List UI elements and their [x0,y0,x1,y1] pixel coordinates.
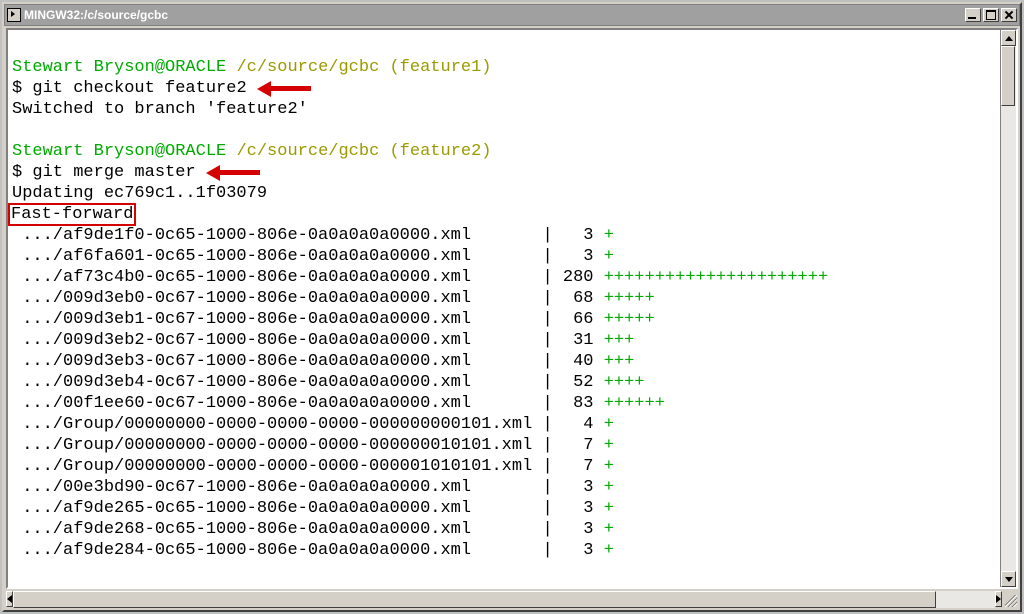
diff-file-line: .../af9de265-0c65-1000-806e-0a0a0a0a0000… [12,498,996,519]
diff-file-line: .../Group/00000000-0000-0000-0000-000001… [12,456,996,477]
diff-file-line: .../009d3eb1-0c67-1000-806e-0a0a0a0a0000… [12,309,996,330]
prompt-branch: (feature1) [389,58,491,77]
diff-file-line: .../af9de268-0c65-1000-806e-0a0a0a0a0000… [12,519,996,540]
diff-file-line: .../Group/00000000-0000-0000-0000-000000… [12,435,996,456]
prompt-user: Stewart Bryson@ORACLE [12,58,226,77]
scroll-track[interactable] [1001,46,1016,571]
diff-file-line: .../009d3eb2-0c67-1000-806e-0a0a0a0a0000… [12,330,996,351]
prompt-user: Stewart Bryson@ORACLE [12,142,226,161]
scroll-track-h[interactable] [13,591,995,608]
insert-bar: + [604,247,614,266]
fastforward-highlight: Fast-forward [8,203,136,226]
horizontal-scrollbar[interactable] [6,591,1018,608]
insert-bar: + [604,436,614,455]
resize-grip-icon[interactable] [1002,591,1018,608]
insert-bar: +++ [604,331,635,350]
out-updating: Updating ec769c1..1f03079 [12,184,267,203]
vertical-scrollbar[interactable] [1000,30,1016,587]
insert-bar: ++++++++++++++++++++++ [604,268,828,287]
insert-bar: ++++ [604,373,645,392]
scroll-thumb-h[interactable] [13,591,936,608]
close-button[interactable] [1001,8,1017,22]
terminal-output[interactable]: Stewart Bryson@ORACLE /c/source/gcbc (fe… [8,30,1000,587]
diff-file-line: .../af6fa601-0c65-1000-806e-0a0a0a0a0000… [12,246,996,267]
diff-file-line: .../af9de284-0c65-1000-806e-0a0a0a0a0000… [12,540,996,561]
scroll-thumb[interactable] [1001,46,1015,106]
titlebar[interactable]: MINGW32:/c/source/gcbc [4,4,1020,26]
content-frame: Stewart Bryson@ORACLE /c/source/gcbc (fe… [6,28,1018,589]
diff-file-line: .../009d3eb3-0c67-1000-806e-0a0a0a0a0000… [12,351,996,372]
diff-file-line: .../009d3eb4-0c67-1000-806e-0a0a0a0a0000… [12,372,996,393]
scroll-left-button[interactable] [6,591,13,607]
prompt-path: /c/source/gcbc [236,142,379,161]
insert-bar: +++ [604,352,635,371]
out-switched: Switched to branch 'feature2' [12,100,308,119]
insert-bar: + [604,415,614,434]
mingw-terminal-window: MINGW32:/c/source/gcbc Stewart Bryson@OR… [2,2,1022,612]
insert-bar: + [604,541,614,560]
insert-bar: + [604,520,614,539]
app-icon [7,8,21,22]
scroll-up-button[interactable] [1001,30,1016,46]
maximize-button[interactable] [983,8,999,22]
insert-bar: + [604,226,614,245]
diff-file-line: .../00e3bd90-0c67-1000-806e-0a0a0a0a0000… [12,477,996,498]
diff-file-line: .../af73c4b0-0c65-1000-806e-0a0a0a0a0000… [12,267,996,288]
diff-file-line: .../Group/00000000-0000-0000-0000-000000… [12,414,996,435]
insert-bar: + [604,457,614,476]
insert-bar: + [604,478,614,497]
cmd-checkout: git checkout feature2 [32,79,246,98]
diff-file-line: .../00f1ee60-0c67-1000-806e-0a0a0a0a0000… [12,393,996,414]
insert-bar: ++++++ [604,394,665,413]
diff-file-line: .../af9de1f0-0c65-1000-806e-0a0a0a0a0000… [12,225,996,246]
scroll-down-button[interactable] [1001,571,1016,587]
window-title: MINGW32:/c/source/gcbc [24,8,960,22]
minimize-button[interactable] [965,8,981,22]
cmd-merge: git merge master [32,163,195,182]
annotation-arrow-icon [257,81,327,95]
prompt-branch: (feature2) [389,142,491,161]
annotation-arrow-icon [206,165,276,179]
window-controls [963,8,1017,22]
insert-bar: + [604,499,614,518]
insert-bar: +++++ [604,310,655,329]
scroll-right-button[interactable] [995,591,1002,607]
prompt-path: /c/source/gcbc [236,58,379,77]
diff-file-line: .../009d3eb0-0c67-1000-806e-0a0a0a0a0000… [12,288,996,309]
insert-bar: +++++ [604,289,655,308]
